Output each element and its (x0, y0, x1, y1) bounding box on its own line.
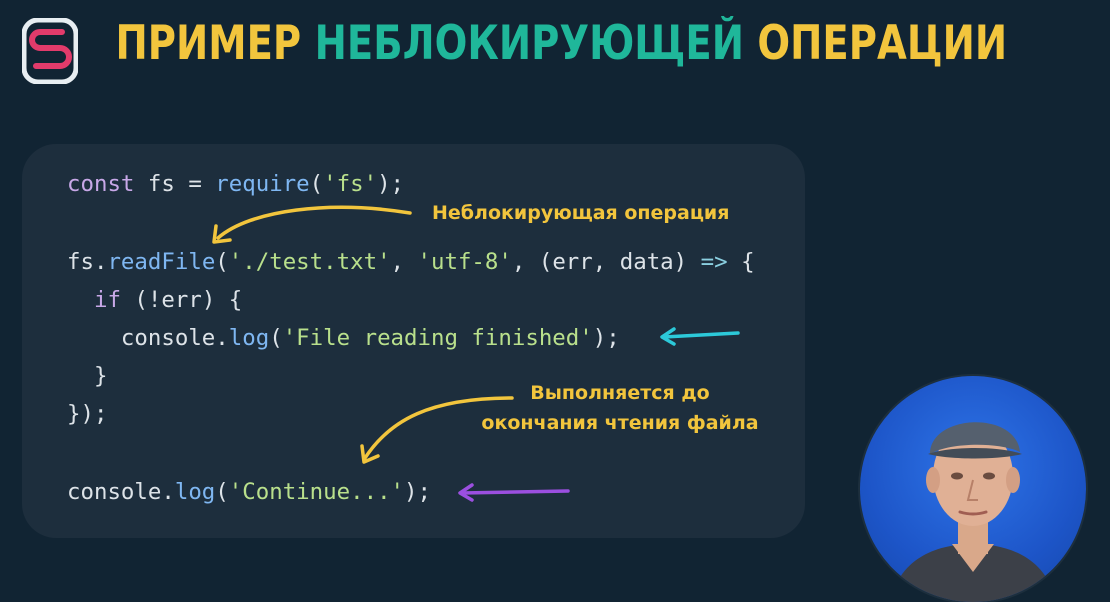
code-text: , (err, data) (511, 249, 701, 275)
logo-icon (22, 18, 78, 84)
code-text: ); (377, 171, 405, 197)
page-title: ПРИМЕР НЕБЛОКИРУЮЩЕЙ ОПЕРАЦИИ (106, 16, 1016, 71)
code-text: ( (309, 171, 324, 197)
title-part-1: ПРИМЕР (115, 16, 302, 71)
code-string: 'utf-8' (417, 249, 512, 275)
code-text: , (390, 249, 418, 275)
code-text: fs = (134, 171, 216, 197)
code-line-4: console.log('File reading finished'); (67, 324, 620, 352)
code-text: ( (215, 479, 229, 505)
code-text: { (727, 249, 755, 275)
title-part-3: ОПЕРАЦИИ (757, 16, 1008, 71)
code-text: console. (120, 325, 229, 351)
code-line-6: }); (67, 401, 108, 427)
code-function: log (228, 325, 270, 351)
annotation-nonblocking: Неблокирующая операция (432, 202, 730, 224)
presenter-icon (890, 422, 1056, 602)
code-operator: => (700, 249, 728, 275)
code-line-7: console.log('Continue...'); (67, 478, 431, 506)
code-text: ); (404, 479, 431, 505)
code-text: ( (215, 249, 229, 275)
code-text: ); (592, 325, 620, 351)
code-text: (!err) { (120, 287, 243, 313)
code-function: readFile (107, 249, 216, 275)
code-text: fs. (67, 249, 108, 275)
code-text: console. (67, 479, 175, 505)
annotation-runs-before: Выполняется до окончания чтения файла (472, 378, 768, 438)
code-line-1: const fs = require('fs'); (67, 170, 404, 198)
code-string: './test.txt' (228, 249, 391, 275)
code-text: ( (269, 325, 283, 351)
title-part-2: НЕБЛОКИРУЮЩЕЙ (314, 16, 744, 71)
code-line-5: } (67, 363, 108, 389)
code-line-3: if (!err) { (67, 286, 242, 314)
code-line-2: fs.readFile('./test.txt', 'utf-8', (err,… (67, 248, 755, 276)
annotation-runs-before-line-2: окончания чтения файла (481, 412, 759, 434)
code-keyword: if (93, 287, 121, 313)
presenter-avatar (860, 376, 1086, 602)
code-string: 'File reading finished' (282, 325, 593, 351)
code-function: log (174, 479, 216, 505)
code-keyword: const (67, 171, 135, 197)
annotation-runs-before-line-1: Выполняется до (530, 382, 710, 404)
code-string: 'Continue...' (228, 479, 405, 505)
code-function: require (215, 171, 310, 197)
code-string: 'fs' (323, 171, 378, 197)
